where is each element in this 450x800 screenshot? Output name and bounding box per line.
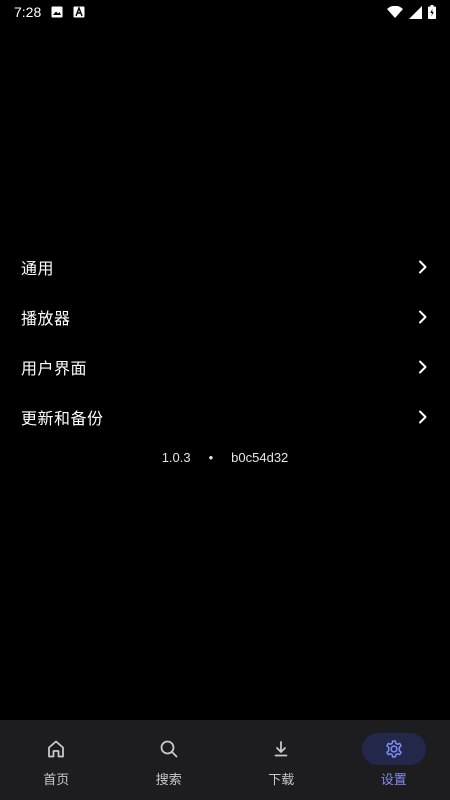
menu-item-label: 播放器 (21, 309, 71, 328)
search-icon (137, 733, 201, 765)
signal-icon (409, 5, 422, 19)
nav-item-download[interactable]: 下载 (225, 720, 338, 800)
menu-item-label: 通用 (21, 259, 55, 278)
chevron-right-icon (418, 310, 428, 324)
chevron-right-icon (418, 360, 428, 374)
menu-item-label: 更新和备份 (21, 409, 104, 428)
image-icon (51, 6, 63, 18)
nav-item-settings[interactable]: 设置 (338, 720, 450, 800)
battery-charging-icon (428, 5, 436, 19)
nav-label: 下载 (268, 773, 295, 788)
menu-item-general[interactable]: 通用 (0, 242, 450, 292)
version-info: 1.0.3 • b0c54d32 (0, 450, 450, 465)
menu-item-user-interface[interactable]: 用户界面 (0, 342, 450, 392)
settings-menu: 通用 播放器 用户界面 更新和备份 (0, 242, 450, 442)
home-icon (24, 733, 88, 765)
gear-icon (361, 733, 426, 765)
status-time: 7:28 (14, 4, 42, 20)
menu-item-label: 用户界面 (21, 359, 88, 378)
commit-hash: b0c54d32 (231, 450, 289, 465)
chevron-right-icon (418, 260, 428, 274)
wifi-icon (387, 6, 403, 18)
nav-item-search[interactable]: 搜索 (113, 720, 226, 800)
nav-label: 设置 (380, 773, 407, 788)
nav-label: 首页 (43, 773, 70, 788)
status-bar: 7:28 (0, 0, 450, 24)
version-separator: • (208, 450, 214, 465)
version-number: 1.0.3 (161, 450, 191, 465)
nav-item-home[interactable]: 首页 (0, 720, 113, 800)
menu-item-update-backup[interactable]: 更新和备份 (0, 392, 450, 442)
download-icon (249, 733, 313, 765)
bottom-navigation: 首页 搜索 下载 设置 (0, 720, 450, 800)
nav-label: 搜索 (155, 773, 182, 788)
chevron-right-icon (418, 410, 428, 424)
font-a-icon (73, 6, 85, 18)
menu-item-player[interactable]: 播放器 (0, 292, 450, 342)
